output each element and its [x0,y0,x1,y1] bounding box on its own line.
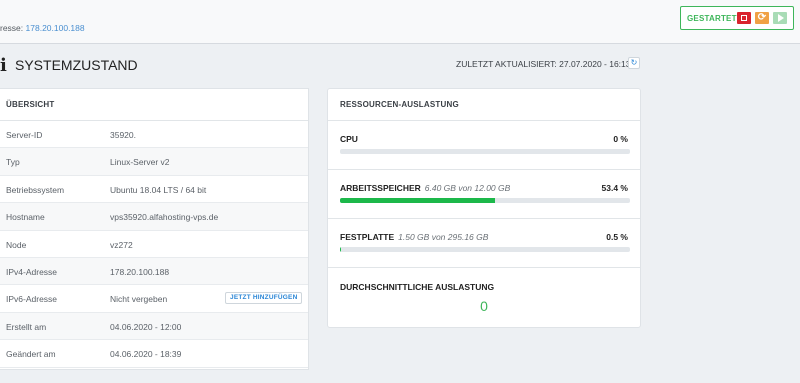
stop-button[interactable] [737,12,751,24]
row-value: 04.06.2020 - 18:39 [110,349,182,360]
resource-percent: 0.5 % [606,232,628,242]
resource-percent: 0 % [613,134,628,144]
add-ipv6-button[interactable]: JETZT HINZUFÜGEN [225,292,303,305]
overview-row-ipv4: IPv4-Adresse 178.20.100.188 [0,257,308,286]
overview-row-created: Erstellt am 04.06.2020 - 12:00 [0,312,308,341]
resource-detail: 1.50 GB von 295.16 GB [398,232,489,242]
row-label: Node [6,239,27,250]
row-label: IPv4-Adresse [6,266,58,277]
resource-label: FESTPLATTE 1.50 GB von 295.16 GB [340,232,489,242]
resource-memory: ARBEITSSPEICHER 6.40 GB von 12.00 GB 53.4… [328,170,640,219]
row-label: IPv6-Adresse [6,294,58,305]
disk-progress-fill [340,247,342,252]
ip-address-label: resse: [0,23,24,33]
row-label: Hostname [6,212,45,223]
overview-row-type: Typ Linux-Server v2 [0,148,308,176]
row-label: Typ [6,157,20,168]
cpu-progress-bar [340,149,630,154]
ip-address-line: resse: 178.20.100.188 [0,23,85,33]
average-load: DURCHSCHNITTLICHE AUSLASTUNG 0 [328,268,640,328]
average-load-value: 0 [480,298,488,314]
row-value: vz272 [110,239,133,250]
server-status-box: GESTARTET ⟳ [680,6,794,30]
memory-progress-bar [340,198,630,203]
overview-row-node: Node vz272 [0,231,308,258]
overview-panel: ÜBERSICHT Server-ID 35920. Typ Linux-Ser… [0,88,309,370]
memory-progress-fill [340,198,495,203]
top-bar: resse: 178.20.100.188 GESTARTET ⟳ [0,0,800,44]
resource-label: CPU [340,134,358,144]
overview-row-os: Betriebssystem Ubuntu 18.04 LTS / 64 bit [0,176,308,204]
row-value: vps35920.alfahosting-vps.de [110,212,219,223]
resource-detail: 6.40 GB von 12.00 GB [424,183,511,193]
resource-disk: FESTPLATTE 1.50 GB von 295.16 GB 0.5 % [328,219,640,268]
row-value: 35920. [110,130,136,140]
disk-progress-bar [340,247,630,252]
average-load-label: DURCHSCHNITTLICHE AUSLASTUNG [340,282,495,292]
row-label: Server-ID [6,130,43,140]
overview-row-hostname: Hostname vps35920.alfahosting-vps.de [0,203,308,231]
row-value: Ubuntu 18.04 LTS / 64 bit [110,184,207,195]
resource-heading: RESSOURCEN-AUSLASTUNG [328,89,640,121]
resource-percent: 53.4 % [601,183,628,193]
overview-row-server-id: Server-ID 35920. [0,121,308,149]
refresh-button[interactable]: ↻ [628,57,640,69]
row-value: Linux-Server v2 [110,157,170,168]
page-title: SYSTEMZUSTAND [15,57,138,73]
last-updated-text: ZULETZT AKTUALISIERT: 27.07.2020 - 16:13 [456,59,631,69]
resource-cpu: CPU 0 % [328,121,640,170]
restart-button[interactable]: ⟳ [755,12,769,24]
start-button[interactable] [773,12,787,24]
row-value: 04.06.2020 - 12:00 [110,321,182,332]
row-label: Erstellt am [6,321,47,332]
row-value: Nicht vergeben [110,294,168,305]
ip-address-value[interactable]: 178.20.100.188 [26,23,85,33]
overview-heading: ÜBERSICHT [0,89,308,121]
resource-panel: RESSOURCEN-AUSLASTUNG CPU 0 % ARBEITSSPE… [327,88,641,328]
info-icon: i [0,55,7,76]
row-value: 178.20.100.188 [110,266,170,277]
overview-row-ipv6: IPv6-Adresse Nicht vergeben JETZT HINZUF… [0,285,308,313]
status-badge: GESTARTET [687,14,737,23]
overview-list: Server-ID 35920. Typ Linux-Server v2 Bet… [0,121,308,368]
row-label: Betriebssystem [6,184,65,195]
resource-label: ARBEITSSPEICHER 6.40 GB von 12.00 GB [340,183,511,193]
overview-row-modified: Geändert am 04.06.2020 - 18:39 [0,340,308,368]
row-label: Geändert am [6,349,56,360]
